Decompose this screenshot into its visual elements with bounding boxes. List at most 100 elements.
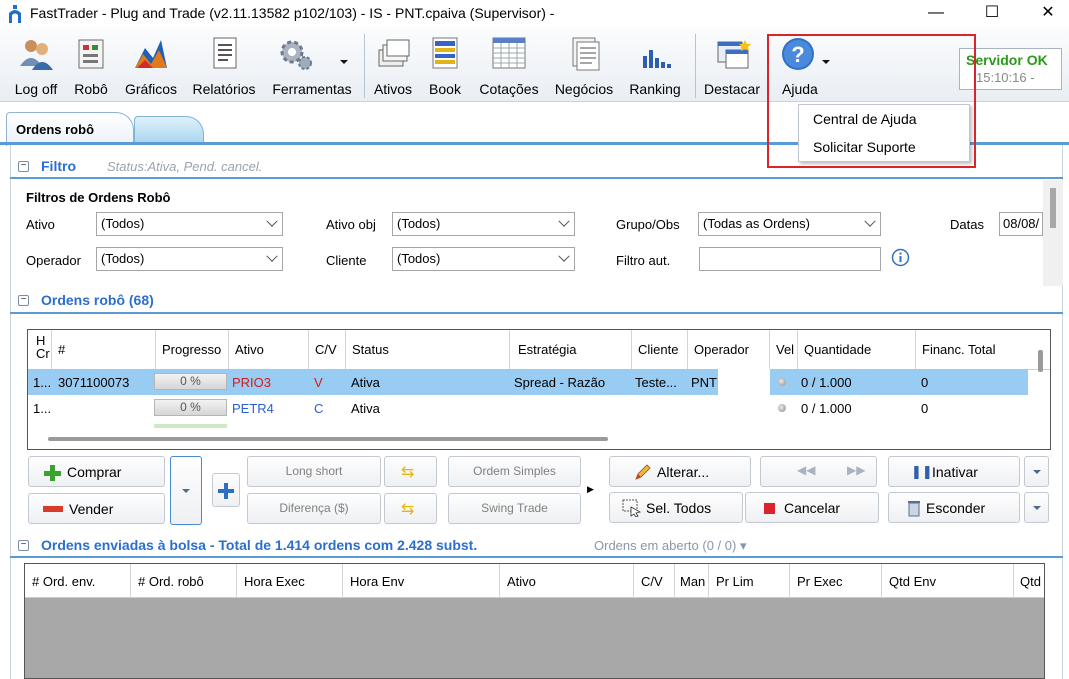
book-button[interactable]: Book — [424, 34, 466, 102]
diferenca-button[interactable]: Diferença ($) — [247, 493, 381, 524]
col-financ-total[interactable]: Financ. Total — [916, 330, 1026, 370]
graficos-button[interactable]: Gráficos — [121, 34, 181, 102]
ativo-obj-select[interactable]: (Todos) — [392, 212, 575, 236]
filter-heading: Filtros de Ordens Robô — [26, 190, 171, 205]
orders-title: Ordens robô (68) — [41, 292, 154, 308]
operador-label: Operador — [26, 253, 81, 268]
col-pr-lim[interactable]: Pr Lim — [709, 564, 790, 598]
sent-orders-header: # Ord. env. # Ord. robô Hora Exec Hora E… — [25, 564, 1044, 598]
col-estrategia[interactable]: Estratégia — [510, 330, 632, 370]
col-cv[interactable]: C/V — [634, 564, 675, 598]
grid-scroll-thumb[interactable] — [1038, 350, 1043, 372]
robo-button[interactable]: Robô — [70, 34, 112, 102]
assets-icon — [378, 39, 410, 67]
col-ord-env[interactable]: # Ord. env. — [25, 564, 131, 598]
col-cliente[interactable]: Cliente — [632, 330, 688, 370]
maximize-button[interactable]: ☐ — [969, 2, 1015, 26]
ranking-button[interactable]: Ranking — [625, 34, 685, 102]
tab-ordens-robo[interactable]: Ordens robô — [6, 112, 134, 146]
collapse-icon[interactable]: − — [18, 295, 29, 306]
operador-select[interactable]: (Todos) — [96, 247, 283, 271]
trades-icon — [572, 37, 600, 71]
sent-orders-section-header[interactable]: − Ordens enviadas à bolsa - Total de 1.4… — [10, 536, 1063, 556]
col-ord-robo[interactable]: # Ord. robô — [131, 564, 237, 598]
cliente-select[interactable]: (Todos) — [392, 247, 575, 271]
expand-strategies-button[interactable]: ▶ — [584, 456, 596, 525]
col-vel[interactable]: Vel — [770, 330, 798, 370]
inativar-dropdown[interactable] — [1024, 456, 1049, 487]
logoff-button[interactable]: Log off — [10, 34, 62, 102]
filtro-aut-input[interactable] — [699, 247, 881, 271]
ativo-label: Ativo — [26, 217, 55, 232]
grid-horizontal-scrollbar[interactable] — [48, 437, 608, 441]
section-divider — [10, 312, 1063, 314]
destacar-button[interactable]: Destacar — [702, 34, 762, 102]
col-operador[interactable]: Operador — [688, 330, 770, 370]
col-qtd-env[interactable]: Qtd Env — [882, 564, 1014, 598]
ferramentas-button[interactable]: Ferramentas — [268, 34, 356, 102]
chevron-down-icon — [864, 215, 876, 227]
open-orders-filter[interactable]: Ordens em aberto (0 / 0) ▾ — [594, 538, 746, 554]
sel-todos-button[interactable]: Sel. Todos — [609, 492, 743, 523]
alterar-button[interactable]: Alterar... — [609, 456, 751, 487]
col-pr-exec[interactable]: Pr Exec — [790, 564, 882, 598]
chevron-down-icon — [266, 250, 278, 262]
chevron-down-icon — [266, 215, 278, 227]
long-short-arrow-button[interactable]: ⇆ — [384, 456, 437, 487]
col-ativo[interactable]: Ativo — [500, 564, 634, 598]
scroll-thumb[interactable] — [1050, 188, 1056, 228]
col-id[interactable]: # — [52, 330, 156, 370]
speed-icon — [778, 378, 786, 386]
inativar-button[interactable]: ❚❚ Inativar — [888, 456, 1020, 487]
order-type-dropdown[interactable] — [170, 456, 202, 525]
col-cv[interactable]: C/V — [309, 330, 346, 370]
col-ativo[interactable]: Ativo — [229, 330, 309, 370]
table-row[interactable]: 1... 3071100073 0 % PRIO3 V Ativa Spread… — [28, 369, 1028, 395]
minimize-button[interactable]: — — [913, 2, 959, 26]
rewind-icon[interactable]: ◀◀ — [797, 463, 815, 477]
col-hora-exec[interactable]: Hora Exec — [237, 564, 343, 598]
ordem-simples-button[interactable]: Ordem Simples — [448, 456, 581, 487]
swap-arrows-icon: ⇆ — [401, 464, 415, 481]
grupo-select[interactable]: (Todas as Ordens) — [698, 212, 881, 236]
cancelar-button[interactable]: Cancelar — [745, 492, 879, 523]
relatorios-button[interactable]: Relatórios — [188, 34, 260, 102]
esconder-button[interactable]: Esconder — [888, 492, 1020, 523]
chart-icon — [135, 40, 167, 68]
sent-orders-grid[interactable]: # Ord. env. # Ord. robô Hora Exec Hora E… — [24, 563, 1045, 679]
long-short-button[interactable]: Long short — [247, 456, 381, 487]
esconder-dropdown[interactable] — [1024, 492, 1049, 523]
col-man[interactable]: Man — [675, 564, 709, 598]
users-icon — [20, 40, 53, 70]
chevron-down-icon — [558, 215, 570, 227]
diferenca-arrow-button[interactable]: ⇆ — [384, 493, 437, 524]
col-status[interactable]: Status — [346, 330, 510, 370]
ativos-button[interactable]: Ativos — [370, 34, 416, 102]
toolbar-separator — [695, 34, 696, 98]
filter-scrollbar[interactable] — [1043, 180, 1063, 286]
cotacoes-button[interactable]: Cotações — [474, 34, 544, 102]
add-order-button[interactable] — [212, 473, 240, 507]
server-time: 15:10:16 - — [976, 70, 1035, 85]
negocios-button[interactable]: Negócios — [550, 34, 618, 102]
datas-input[interactable]: 08/08/ — [999, 212, 1043, 236]
ativo-select[interactable]: (Todos) — [96, 212, 283, 236]
collapse-icon[interactable]: − — [18, 161, 29, 172]
close-button[interactable]: ✕ — [1025, 2, 1069, 26]
col-qtd[interactable]: Qtd — [1014, 564, 1044, 598]
orders-section-header[interactable]: − Ordens robô (68) — [10, 291, 1063, 311]
vender-button[interactable]: Vender — [28, 493, 165, 524]
col-progresso[interactable]: Progresso — [156, 330, 229, 370]
forward-icon[interactable]: ▶▶ — [847, 463, 865, 477]
col-hora-env[interactable]: Hora Env — [343, 564, 500, 598]
col-quantidade[interactable]: Quantidade — [798, 330, 916, 370]
orders-grid[interactable]: H Cr # Progresso Ativo C/V Status Estrat… — [27, 329, 1051, 450]
comprar-button[interactable]: Comprar — [28, 456, 165, 487]
table-row[interactable]: 1... 0 % PETR4 C Ativa 0 / 1.000 0 — [28, 395, 1028, 421]
info-icon[interactable] — [891, 248, 910, 267]
ativo-obj-label: Ativo obj — [326, 217, 376, 232]
tab-new[interactable] — [134, 116, 204, 144]
col-h-cr[interactable]: H Cr — [28, 330, 52, 370]
collapse-icon[interactable]: − — [18, 540, 29, 551]
swing-trade-button[interactable]: Swing Trade — [448, 493, 581, 524]
